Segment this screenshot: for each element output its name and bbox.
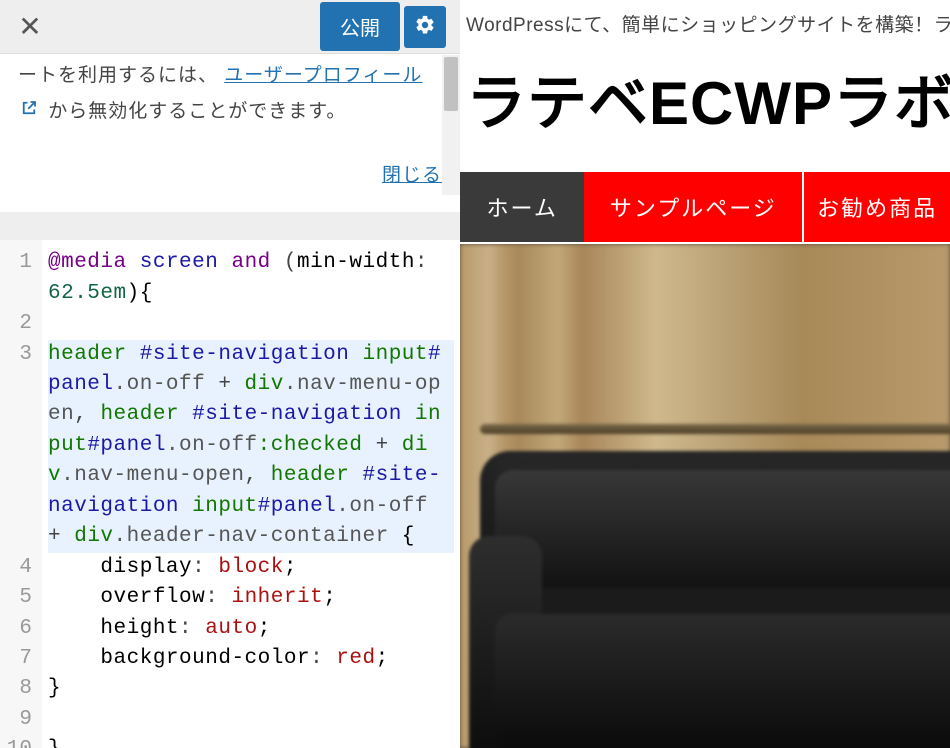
code-line[interactable]: header #site-navigation input#panel.on-o… bbox=[48, 340, 454, 553]
app-root: ✕ 公開 ートを利用するには、 ユーザープロフィール から無効化することができま… bbox=[0, 0, 950, 748]
css-code-editor[interactable]: 12345678910 @media screen and (min-width… bbox=[0, 240, 460, 748]
code-line[interactable] bbox=[48, 705, 454, 735]
site-navigation: ホーム サンプルページ お勧め商品 bbox=[460, 172, 950, 242]
code-line[interactable] bbox=[48, 309, 454, 339]
gutter-line-number: 8 bbox=[6, 674, 32, 704]
gutter-line-number: 7 bbox=[6, 644, 32, 674]
code-line[interactable]: display: block; bbox=[48, 553, 454, 583]
code-line[interactable]: background-color: red; bbox=[48, 644, 454, 674]
panel-gap bbox=[0, 212, 460, 240]
code-line[interactable]: height: auto; bbox=[48, 614, 454, 644]
close-icon: ✕ bbox=[18, 11, 41, 42]
code-gutter: 12345678910 bbox=[0, 240, 42, 748]
code-line[interactable]: overflow: inherit; bbox=[48, 583, 454, 613]
gutter-line-number: 1 bbox=[6, 248, 32, 309]
gutter-line-number: 9 bbox=[6, 705, 32, 735]
gutter-line-number: 6 bbox=[6, 614, 32, 644]
notice-panel: ートを利用するには、 ユーザープロフィール から無効化することができます。 閉じ… bbox=[0, 54, 460, 212]
notice-text-after: から無効化することができます。 bbox=[48, 101, 346, 122]
site-preview: WordPressにて、簡単にショッピングサイトを構築！ラテ ラテベECWPラボ… bbox=[460, 0, 950, 748]
nav-item-home[interactable]: ホーム bbox=[460, 172, 584, 242]
panel-scrollbar[interactable] bbox=[442, 55, 460, 195]
gutter-line-number: 5 bbox=[6, 583, 32, 613]
site-title: ラテベECWPラボ bbox=[460, 45, 950, 160]
notice-text-before: ートを利用するには、 bbox=[18, 65, 218, 86]
code-line[interactable]: @media screen and (min-width: 62.5em){ bbox=[48, 248, 454, 309]
gutter-line-number: 3 bbox=[6, 340, 32, 553]
code-content[interactable]: @media screen and (min-width: 62.5em){ he… bbox=[42, 240, 460, 748]
editor-panel: ✕ 公開 ートを利用するには、 ユーザープロフィール から無効化することができま… bbox=[0, 0, 460, 748]
scrollbar-thumb[interactable] bbox=[444, 57, 458, 111]
nav-item-sample-page[interactable]: サンプルページ bbox=[584, 172, 804, 242]
site-tagline: WordPressにて、簡単にショッピングサイトを構築！ラテ bbox=[460, 0, 950, 45]
user-profile-link[interactable]: ユーザープロフィール bbox=[224, 65, 422, 86]
nav-item-recommended[interactable]: お勧め商品 bbox=[804, 172, 950, 242]
gear-icon bbox=[414, 14, 436, 39]
gutter-line-number: 4 bbox=[6, 553, 32, 583]
code-line[interactable]: } bbox=[48, 674, 454, 704]
gutter-line-number: 2 bbox=[6, 309, 32, 339]
notice-close-link[interactable]: 閉じる bbox=[382, 165, 442, 186]
code-line[interactable]: } bbox=[48, 735, 454, 748]
publish-button[interactable]: 公開 bbox=[320, 2, 400, 51]
customizer-toolbar: ✕ 公開 bbox=[0, 0, 460, 54]
gutter-line-number: 10 bbox=[6, 735, 32, 748]
close-panel-button[interactable]: ✕ bbox=[0, 10, 60, 43]
hero-image bbox=[460, 244, 950, 748]
hero-sofa bbox=[480, 451, 950, 748]
settings-button[interactable] bbox=[404, 6, 446, 48]
external-link-icon bbox=[20, 94, 38, 130]
